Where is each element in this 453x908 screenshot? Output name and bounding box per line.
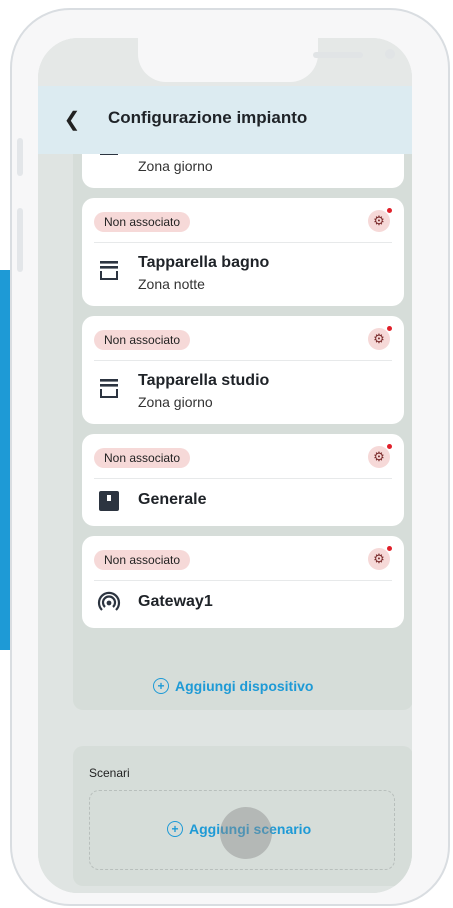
switch-icon — [99, 491, 119, 511]
divider — [94, 242, 392, 243]
plus-circle-icon: + — [153, 678, 169, 694]
scenari-panel: Scenari + Aggiungi scenario — [73, 746, 412, 886]
page-title: Configurazione impianto — [108, 108, 308, 127]
phone-side-button — [17, 208, 23, 272]
device-name: Tapparella bagno — [138, 254, 270, 271]
camera — [385, 49, 395, 59]
device-name: Gateway1 — [138, 593, 213, 610]
divider — [94, 360, 392, 361]
notch — [138, 38, 395, 82]
add-device-button[interactable]: + Aggiungi dispositivo — [153, 678, 313, 694]
status-badge: Non associato — [94, 212, 191, 232]
device-zone: Zona notte — [138, 276, 205, 292]
gateway-icon — [97, 591, 121, 611]
phone-side-button — [17, 138, 23, 176]
device-name: Tapparella studio — [138, 372, 270, 389]
device-card[interactable]: Non associato ⚙ Gateway1 — [82, 536, 404, 628]
device-zone: Zona giorno — [138, 158, 213, 174]
gear-icon[interactable]: ⚙ — [368, 326, 392, 350]
device-zone: Zona giorno — [138, 394, 213, 410]
touch-indicator — [220, 807, 272, 859]
device-card[interactable]: Non associato ⚙ Tapparella studio Zona g… — [82, 316, 404, 424]
device-card[interactable]: Zona giorno — [82, 154, 404, 188]
shutter-icon — [100, 154, 118, 155]
notification-dot — [387, 546, 392, 551]
notification-dot — [387, 444, 392, 449]
divider — [94, 580, 392, 581]
phone-screen: ❮ Configurazione impianto Zona giorno No… — [38, 38, 412, 893]
gear-icon[interactable]: ⚙ — [368, 208, 392, 232]
shutter-icon — [100, 379, 118, 398]
speaker — [313, 52, 363, 58]
device-name: Generale — [138, 491, 207, 508]
device-card[interactable]: Non associato ⚙ Generale — [82, 434, 404, 526]
content-scroll[interactable]: Zona giorno Non associato ⚙ Tapparella b… — [38, 154, 412, 893]
app-header: ❮ Configurazione impianto — [38, 86, 412, 154]
status-badge: Non associato — [94, 330, 191, 350]
divider — [94, 478, 392, 479]
notification-dot — [387, 208, 392, 213]
plus-circle-icon: + — [167, 821, 183, 837]
scenari-title: Scenari — [89, 766, 130, 780]
gear-icon[interactable]: ⚙ — [368, 546, 392, 570]
gear-icon[interactable]: ⚙ — [368, 444, 392, 468]
status-badge: Non associato — [94, 448, 191, 468]
back-arrow-icon[interactable]: ❮ — [60, 108, 84, 132]
phone-frame: ❮ Configurazione impianto Zona giorno No… — [10, 8, 450, 906]
add-device-label: Aggiungi dispositivo — [175, 678, 314, 694]
device-card[interactable]: Non associato ⚙ Tapparella bagno Zona no… — [82, 198, 404, 306]
notification-dot — [387, 326, 392, 331]
status-badge: Non associato — [94, 550, 191, 570]
shutter-icon — [100, 261, 118, 280]
add-scenario-area[interactable]: + Aggiungi scenario — [89, 790, 395, 870]
